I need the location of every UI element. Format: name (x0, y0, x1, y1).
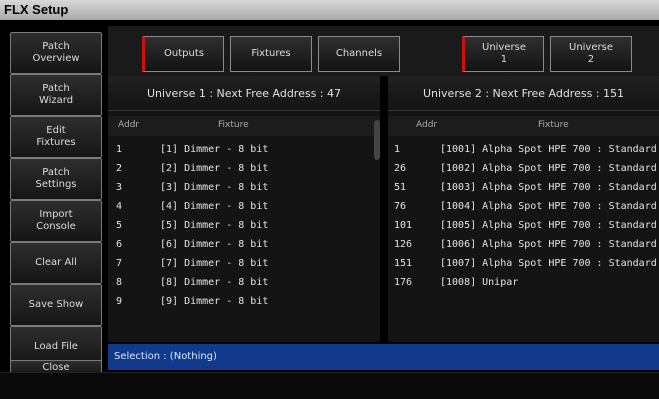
table-row[interactable]: 4 [4] Dimmer - 8 bit (108, 197, 380, 216)
selection-status-bar: Selection : (Nothing) (108, 344, 659, 370)
universe-2-title: Universe 2 : Next Free Address : 151 (388, 76, 659, 111)
table-row[interactable]: 176 [1008] Unipar (388, 273, 659, 292)
addr-column-header: Addr (118, 120, 140, 130)
save-show-button[interactable]: Save Show (10, 284, 102, 326)
tab-outputs[interactable]: Outputs (142, 36, 224, 72)
tab-channels[interactable]: Channels (318, 36, 400, 72)
table-row[interactable]: 151 [1007] Alpha Spot HPE 700 : Standard (388, 254, 659, 273)
table-row[interactable]: 8 [8] Dimmer - 8 bit (108, 273, 380, 292)
fixture-column-header: Fixture (538, 120, 569, 130)
tab-universe-2[interactable]: Universe 2 (550, 36, 632, 72)
universe-2-panel: Universe 2 : Next Free Address : 151 Add… (388, 76, 659, 342)
universe-1-panel: Universe 1 : Next Free Address : 47 Addr… (108, 76, 380, 342)
table-row[interactable]: 126 [1006] Alpha Spot HPE 700 : Standard (388, 235, 659, 254)
table-row[interactable]: 5 [5] Dimmer - 8 bit (108, 216, 380, 235)
fixture-column-header: Fixture (218, 120, 249, 130)
window-title: FLX Setup (0, 0, 659, 20)
patch-settings-button[interactable]: Patch Settings (10, 158, 102, 200)
tab-universe-1[interactable]: Universe 1 (462, 36, 544, 72)
table-row[interactable]: 101 [1005] Alpha Spot HPE 700 : Standard (388, 216, 659, 235)
addr-column-header: Addr (416, 120, 438, 130)
universe-2-header: Addr Fixture (388, 116, 659, 136)
universe-1-header: Addr Fixture (108, 116, 380, 136)
edit-fixtures-button[interactable]: Edit Fixtures (10, 116, 102, 158)
table-row[interactable]: 2 [2] Dimmer - 8 bit (108, 159, 380, 178)
patch-wizard-button[interactable]: Patch Wizard (10, 74, 102, 116)
table-row[interactable]: 9 [9] Dimmer - 8 bit (108, 292, 380, 311)
bottom-toolbar (0, 372, 659, 399)
tab-bar: Outputs Fixtures Channels Universe 1 Uni… (108, 26, 659, 76)
table-row[interactable]: 6 [6] Dimmer - 8 bit (108, 235, 380, 254)
table-row[interactable]: 51 [1003] Alpha Spot HPE 700 : Standard (388, 178, 659, 197)
tab-fixtures[interactable]: Fixtures (230, 36, 312, 72)
universe-1-title: Universe 1 : Next Free Address : 47 (108, 76, 380, 111)
table-row[interactable]: 1 [1] Dimmer - 8 bit (108, 140, 380, 159)
table-row[interactable]: 1 [1001] Alpha Spot HPE 700 : Standard (388, 140, 659, 159)
table-row[interactable]: 26 [1002] Alpha Spot HPE 700 : Standard (388, 159, 659, 178)
patch-overview-button[interactable]: Patch Overview (10, 32, 102, 74)
table-row[interactable]: 76 [1004] Alpha Spot HPE 700 : Standard (388, 197, 659, 216)
import-console-button[interactable]: Import Console (10, 200, 102, 242)
clear-all-button[interactable]: Clear All (10, 242, 102, 284)
table-row[interactable]: 7 [7] Dimmer - 8 bit (108, 254, 380, 273)
universe-1-scrollbar[interactable] (374, 120, 380, 160)
table-row[interactable]: 3 [3] Dimmer - 8 bit (108, 178, 380, 197)
